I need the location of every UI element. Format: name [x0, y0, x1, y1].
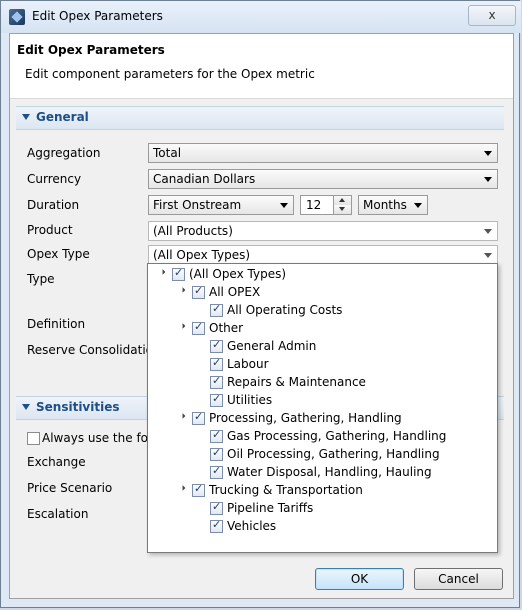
opex-type-value: (All Opex Types) — [153, 248, 251, 262]
tree-item-checkbox[interactable] — [210, 518, 223, 533]
chevron-down-icon — [484, 229, 492, 234]
aggregation-dropdown[interactable]: Total — [148, 143, 498, 163]
opex-type-tree-popup[interactable]: (All Opex Types) All OPEX All Operating Co… — [147, 263, 498, 553]
tree-item-label: General Admin — [227, 339, 317, 353]
close-icon: x — [488, 8, 496, 22]
expand-arrow-icon[interactable] — [177, 287, 186, 295]
duration-value: First Onstream — [153, 198, 242, 212]
duration-dropdown[interactable]: First Onstream — [148, 195, 294, 215]
expand-arrow-icon[interactable] — [177, 485, 186, 493]
tree-item-label: All Operating Costs — [227, 303, 343, 317]
tree-item-checkbox[interactable] — [192, 284, 205, 299]
dialog-subtitle: Edit component parameters for the Opex m… — [25, 67, 315, 81]
close-button[interactable]: x — [468, 5, 516, 26]
general-section-header[interactable]: General — [16, 106, 504, 130]
aggregation-label: Aggregation — [27, 146, 101, 160]
ok-button[interactable]: OK — [315, 568, 404, 590]
tree-item-checkbox[interactable] — [210, 464, 223, 479]
tree-item-checkbox[interactable] — [192, 410, 205, 425]
tree-item-checkbox[interactable] — [210, 428, 223, 443]
tree-item-label: Repairs & Maintenance — [227, 375, 366, 389]
duration-label: Duration — [27, 198, 80, 212]
tree-item-label: Pipeline Tariffs — [227, 501, 314, 515]
always-use-checkbox[interactable] — [27, 432, 40, 445]
escalation-label: Escalation — [27, 507, 89, 521]
collapse-triangle-icon — [22, 404, 30, 410]
definition-label: Definition — [27, 317, 86, 331]
expand-arrow-icon[interactable] — [177, 413, 186, 421]
opex-type-label: Opex Type — [27, 247, 90, 261]
tree-item-checkbox[interactable] — [210, 356, 223, 371]
tree-item-label: Water Disposal, Handling, Hauling — [227, 465, 432, 479]
aggregation-value: Total — [153, 146, 182, 160]
tree-item-checkbox[interactable] — [192, 320, 205, 335]
dialog-header: Edit Opex Parameters Edit component para… — [10, 34, 513, 99]
tree-item-checkbox[interactable] — [210, 374, 223, 389]
product-value: (All Products) — [153, 224, 233, 238]
currency-value: Canadian Dollars — [153, 172, 256, 186]
currency-dropdown[interactable]: Canadian Dollars — [148, 169, 498, 189]
reserve-consolidation-label: Reserve Consolidation — [27, 343, 161, 357]
tree-item-checkbox[interactable] — [210, 338, 223, 353]
tree-item-label: Trucking & Transportation — [209, 483, 363, 497]
tree-item-checkbox[interactable] — [210, 446, 223, 461]
chevron-down-icon — [484, 151, 492, 156]
title-bar[interactable]: Edit Opex Parameters x — [1, 1, 521, 33]
tree-item-checkbox[interactable] — [210, 302, 223, 317]
tree-item-checkbox[interactable] — [210, 500, 223, 515]
product-label: Product — [27, 223, 73, 237]
type-label: Type — [27, 272, 55, 286]
tree-item-label: Processing, Gathering, Handling — [209, 411, 402, 425]
exchange-label: Exchange — [27, 455, 86, 469]
tree-item-label: Vehicles — [227, 519, 277, 533]
app-icon — [9, 9, 25, 25]
cancel-button[interactable]: Cancel — [414, 568, 503, 590]
duration-unit-dropdown[interactable]: Months — [358, 195, 428, 215]
chevron-down-icon — [484, 253, 492, 258]
collapse-triangle-icon — [22, 114, 30, 120]
tree-item-checkbox[interactable] — [172, 266, 185, 281]
opex-type-dropdown[interactable]: (All Opex Types) — [148, 245, 498, 265]
duration-number-stepper[interactable]: 12 — [300, 195, 352, 215]
stepper-down-icon[interactable] — [333, 205, 351, 214]
sensitivities-section-label: Sensitivities — [36, 400, 120, 414]
tree-item-checkbox[interactable] — [192, 482, 205, 497]
general-section-label: General — [36, 110, 89, 124]
duration-number-value: 12 — [306, 198, 322, 212]
chevron-down-icon — [280, 203, 288, 208]
chevron-down-icon — [484, 177, 492, 182]
tree-item-label: Utilities — [227, 393, 273, 407]
always-use-label: Always use the follo — [42, 431, 163, 445]
tree-item-label: All OPEX — [209, 285, 261, 299]
expand-arrow-icon[interactable] — [157, 269, 166, 277]
currency-label: Currency — [27, 172, 82, 186]
window-title: Edit Opex Parameters — [32, 9, 163, 23]
price-scenario-label: Price Scenario — [27, 481, 113, 495]
duration-unit-value: Months — [363, 198, 407, 212]
tree-item-label: Labour — [227, 357, 269, 371]
tree-item-label: Oil Processing, Gathering, Handling — [227, 447, 440, 461]
chevron-down-icon — [414, 203, 422, 208]
tree-item-label: Gas Processing, Gathering, Handling — [227, 429, 447, 443]
tree-item-label: Other — [209, 321, 244, 335]
product-dropdown[interactable]: (All Products) — [148, 221, 498, 241]
expand-arrow-icon[interactable] — [177, 323, 186, 331]
tree-item-checkbox[interactable] — [210, 392, 223, 407]
tree-item-label: (All Opex Types) — [189, 267, 287, 281]
dialog-title: Edit Opex Parameters — [17, 43, 165, 57]
